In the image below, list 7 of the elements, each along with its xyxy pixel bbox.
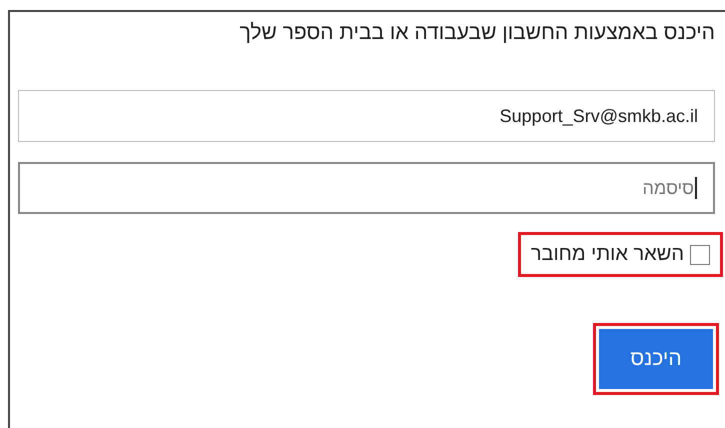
sign-in-heading: היכנס באמצעות החשבון שבעבודה או בבית הספר שלך: [238, 20, 715, 46]
text-cursor: [695, 177, 697, 199]
checkbox[interactable]: [690, 244, 710, 264]
email-field[interactable]: Support_Srv@smkb.ac.il: [18, 90, 715, 142]
sign-in-button[interactable]: היכנס: [599, 329, 713, 389]
keep-signed-in-label: השאר אותי מחובר: [530, 243, 684, 266]
password-field[interactable]: סיסמה: [18, 162, 715, 214]
